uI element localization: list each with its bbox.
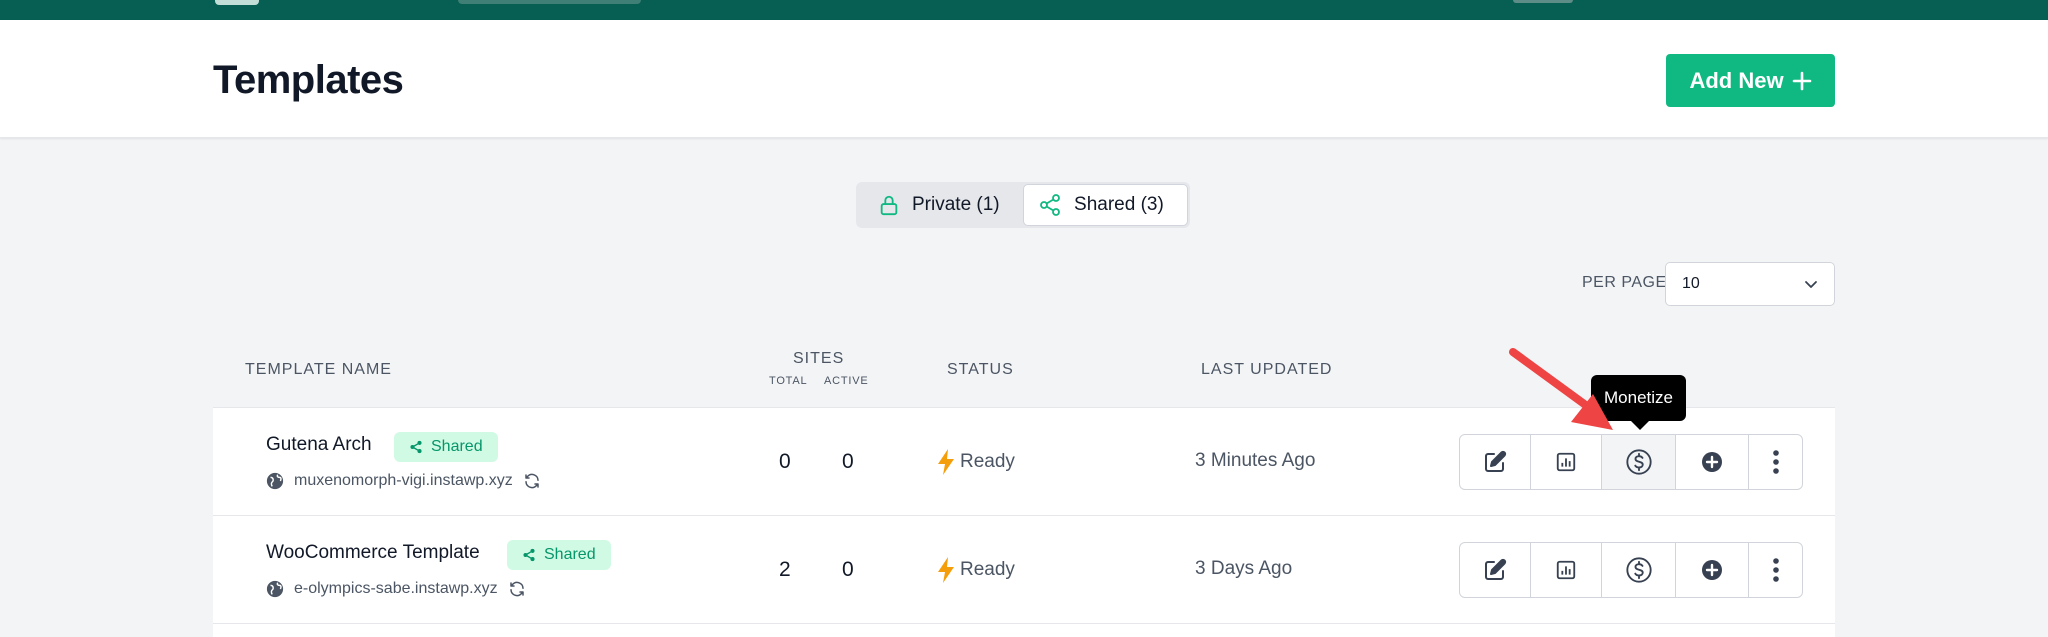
page-title: Templates bbox=[213, 58, 404, 102]
last-updated: 3 Minutes Ago bbox=[1195, 450, 1316, 471]
row-actions bbox=[1459, 542, 1803, 598]
top-navigation-bar bbox=[0, 0, 2048, 20]
domain-text[interactable]: muxenomorph-vigi.instawp.xyz bbox=[294, 472, 513, 490]
status-indicator: Ready bbox=[935, 556, 1015, 584]
more-options-button[interactable] bbox=[1749, 543, 1802, 597]
dollar-icon bbox=[1625, 557, 1652, 583]
kebab-menu-icon bbox=[1772, 558, 1779, 582]
row-actions bbox=[1459, 434, 1803, 490]
template-domain: muxenomorph-vigi.instawp.xyz bbox=[266, 472, 541, 490]
dollar-icon bbox=[1625, 449, 1652, 475]
add-site-button[interactable] bbox=[1676, 435, 1749, 489]
plus-circle-icon bbox=[1702, 560, 1722, 580]
template-visibility-toggle: Private (1) Shared (3) bbox=[856, 182, 1190, 228]
badge-label: Shared bbox=[544, 546, 596, 563]
tab-shared[interactable]: Shared (3) bbox=[1023, 184, 1188, 226]
monetize-button[interactable] bbox=[1602, 543, 1676, 597]
globe-icon bbox=[266, 472, 284, 490]
shared-badge: Shared bbox=[394, 432, 498, 462]
sites-total: 2 bbox=[779, 558, 791, 581]
edit-button[interactable] bbox=[1460, 435, 1531, 489]
badge-label: Shared bbox=[431, 438, 483, 455]
tab-private[interactable]: Private (1) bbox=[858, 184, 1023, 226]
add-site-button[interactable] bbox=[1676, 543, 1749, 597]
share-icon bbox=[1040, 194, 1060, 216]
more-options-button[interactable] bbox=[1749, 435, 1802, 489]
per-page-select[interactable]: 10 bbox=[1665, 262, 1835, 306]
sites-active: 0 bbox=[842, 558, 854, 581]
refresh-icon[interactable] bbox=[508, 580, 526, 598]
per-page-label: PER PAGE bbox=[1582, 274, 1667, 291]
sites-total: 0 bbox=[779, 450, 791, 473]
column-header-total: TOTAL bbox=[769, 375, 808, 387]
chart-icon bbox=[1556, 452, 1576, 472]
status-indicator: Ready bbox=[935, 448, 1015, 476]
refresh-icon[interactable] bbox=[523, 472, 541, 490]
logo[interactable] bbox=[215, 0, 259, 5]
share-icon bbox=[410, 440, 422, 454]
column-header-active: ACTIVE bbox=[824, 375, 869, 387]
column-header-last-updated[interactable]: LAST UPDATED bbox=[1201, 361, 1332, 379]
tab-private-label: Private (1) bbox=[912, 194, 1000, 215]
status-text: Ready bbox=[960, 451, 1015, 472]
per-page-value: 10 bbox=[1682, 275, 1700, 292]
lock-icon bbox=[880, 195, 898, 216]
edit-button[interactable] bbox=[1460, 543, 1531, 597]
page-header: Templates Add New bbox=[0, 20, 2048, 138]
domain-text[interactable]: e-olympics-sabe.instawp.xyz bbox=[294, 580, 498, 598]
plus-icon bbox=[1792, 71, 1811, 90]
annotation-arrow-icon bbox=[1509, 348, 1613, 430]
share-icon bbox=[523, 548, 535, 562]
kebab-menu-icon bbox=[1772, 450, 1779, 474]
analytics-button[interactable] bbox=[1531, 543, 1602, 597]
template-name[interactable]: WooCommerce Template bbox=[266, 542, 480, 564]
tab-shared-label: Shared (3) bbox=[1074, 194, 1164, 215]
column-header-template-name[interactable]: TEMPLATE NAME bbox=[245, 361, 392, 379]
template-domain: e-olympics-sabe.instawp.xyz bbox=[266, 580, 526, 598]
table-row: WooCommerce Template Shared e-olympics-s… bbox=[213, 516, 1835, 624]
shared-badge: Shared bbox=[507, 540, 611, 570]
edit-icon bbox=[1485, 450, 1507, 472]
add-new-label: Add New bbox=[1689, 67, 1784, 93]
column-header-status: STATUS bbox=[947, 361, 1014, 378]
lightning-icon bbox=[938, 449, 954, 475]
sites-active: 0 bbox=[842, 450, 854, 473]
top-search-field[interactable] bbox=[458, 0, 641, 4]
globe-icon bbox=[266, 580, 284, 598]
monetize-button[interactable] bbox=[1602, 435, 1676, 489]
chevron-down-icon bbox=[1805, 281, 1817, 288]
column-header-sites: SITES bbox=[793, 350, 845, 367]
edit-icon bbox=[1485, 558, 1507, 580]
chart-icon bbox=[1556, 560, 1576, 580]
top-bar-button[interactable] bbox=[1513, 0, 1573, 3]
last-updated: 3 Days Ago bbox=[1195, 558, 1293, 579]
add-new-button[interactable]: Add New bbox=[1666, 54, 1835, 107]
plus-circle-icon bbox=[1702, 452, 1722, 472]
lightning-icon bbox=[938, 557, 954, 583]
analytics-button[interactable] bbox=[1531, 435, 1602, 489]
template-name[interactable]: Gutena Arch bbox=[266, 434, 372, 456]
status-text: Ready bbox=[960, 559, 1015, 580]
